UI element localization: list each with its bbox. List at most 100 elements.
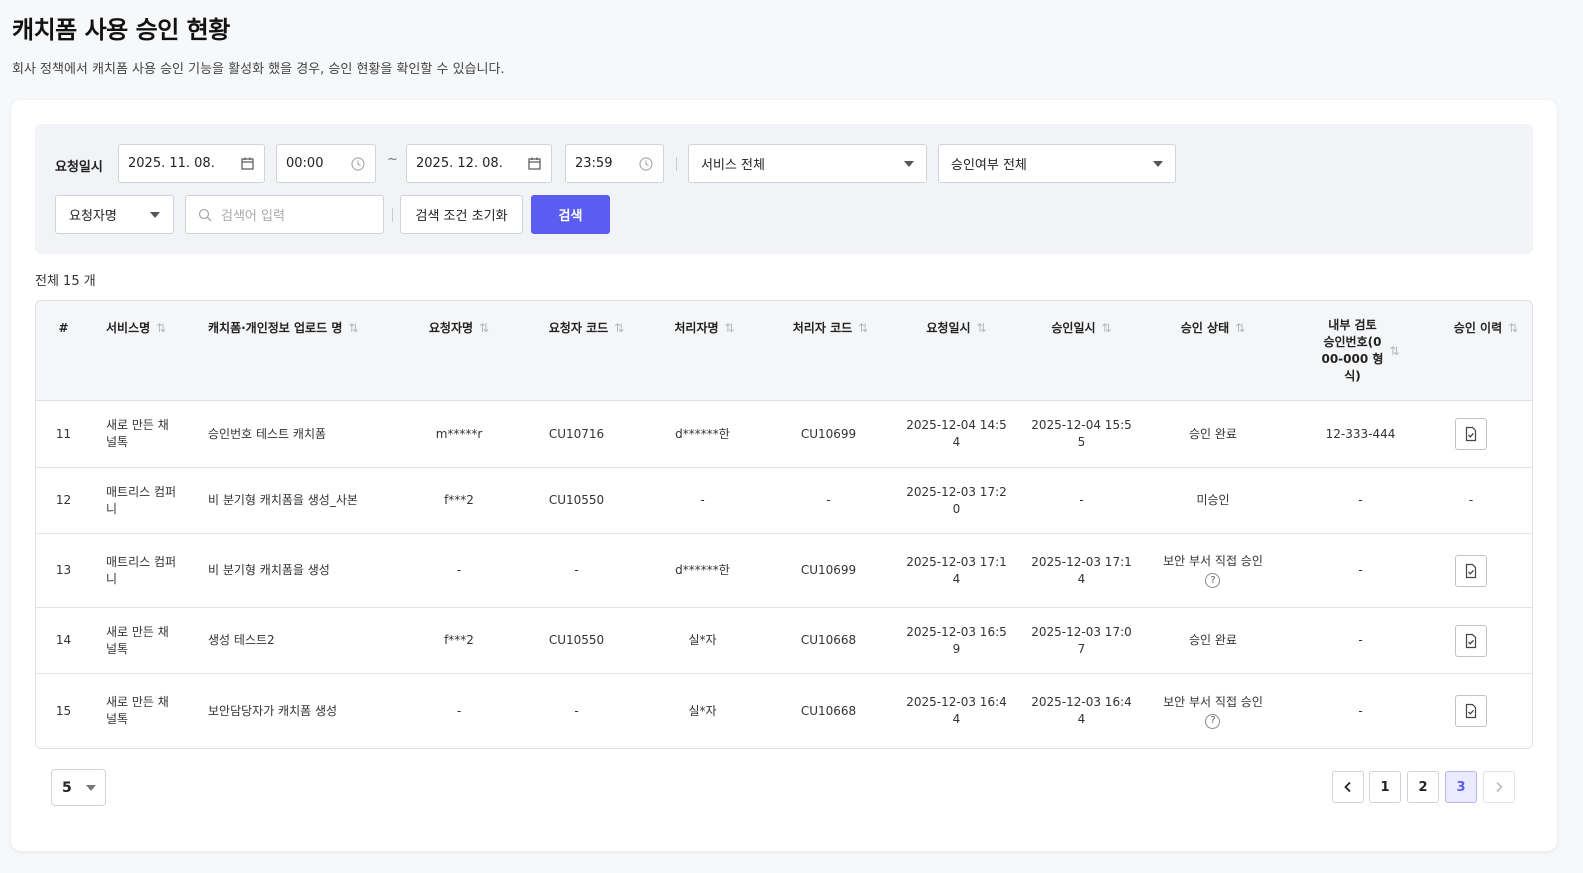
cell-text: 널톡	[106, 435, 129, 449]
approval-history-button[interactable]	[1455, 695, 1487, 727]
approval-status-select[interactable]: 승인여부 전체	[938, 144, 1176, 183]
cell-text: 0	[952, 501, 961, 516]
sort-icon[interactable]: ⇅	[479, 320, 489, 337]
col-request-time[interactable]: 요청일시 ⇅	[894, 301, 1019, 401]
page-title: 캐치폼 사용 승인 현황	[12, 16, 230, 44]
cell-text: 4	[952, 435, 961, 449]
chevron-down-icon	[904, 160, 914, 167]
cell-text: 2025-12-03 17:0	[1031, 624, 1132, 639]
page-button-3[interactable]: 3	[1445, 771, 1477, 803]
col-handler-code[interactable]: 처리자 코드 ⇅	[768, 301, 893, 401]
cell-text: 2025-12-04 15:5	[1031, 418, 1132, 432]
search-button[interactable]: 검색	[531, 195, 610, 234]
page-size-value: 5	[62, 779, 72, 796]
request-date-label: 요청일시	[55, 160, 103, 175]
approval-history-button[interactable]	[1455, 624, 1487, 657]
approval-history-button[interactable]	[1455, 554, 1487, 587]
col-requester[interactable]: 요청자명 ⇅	[399, 301, 519, 401]
cell-text: 4	[952, 712, 961, 726]
search-type-select[interactable]: 요청자명	[55, 195, 174, 234]
cell-text: 4	[952, 571, 961, 586]
cell-num: 14	[55, 633, 72, 647]
cell-history	[1416, 534, 1526, 607]
cell-requester-code: -	[574, 703, 579, 718]
col-history[interactable]: 승인 이력 ⇅	[1431, 301, 1532, 401]
cell-service: 새로 만든 채 널톡	[106, 674, 206, 748]
approval-history-button[interactable]	[1455, 418, 1487, 450]
cell-history: -	[1468, 493, 1474, 507]
help-circle-icon[interactable]: ?	[1205, 573, 1221, 588]
start-date-value: 2025. 11. 08.	[128, 156, 215, 171]
cell-internal: -	[1358, 633, 1363, 647]
reset-filters-button[interactable]: 검색 조건 초기화	[400, 195, 523, 234]
start-date-input[interactable]: 2025. 11. 08.	[118, 144, 265, 183]
calendar-icon[interactable]	[526, 156, 542, 172]
cell-history	[1416, 608, 1526, 673]
col-approve-time[interactable]: 승인일시 ⇅	[1019, 301, 1144, 401]
sort-icon[interactable]: ⇅	[348, 320, 358, 337]
cell-handler: 실*자	[688, 633, 717, 647]
start-time-input[interactable]: 00:00	[276, 144, 376, 183]
prev-page-button[interactable]	[1332, 771, 1364, 803]
cell-apr: 2025-12-04 15:5 5	[1019, 401, 1144, 467]
cell-text: 9	[952, 641, 961, 656]
col-form-name[interactable]: 캐치폼·개인정보 업로드 명 ⇅	[208, 301, 418, 401]
search-input[interactable]: 검색어 입력	[185, 195, 384, 234]
search-placeholder: 검색어 입력	[221, 209, 285, 224]
clock-icon[interactable]	[638, 156, 654, 172]
cell-form: 생성 테스트2	[208, 633, 275, 647]
sort-icon[interactable]: ⇅	[725, 320, 735, 337]
cell-handler-code: CU10668	[800, 703, 857, 718]
divider	[676, 157, 677, 171]
col-status[interactable]: 승인 상태 ⇅	[1148, 301, 1278, 401]
cell-req: 2025-12-03 16:5 9	[894, 608, 1019, 673]
status-text: 미승인	[1196, 493, 1230, 507]
cell-requester-code: -	[574, 563, 579, 577]
end-date-value: 2025. 12. 08.	[416, 156, 503, 171]
cell-status: 보안 부서 직접 승인?	[1148, 534, 1278, 607]
table-row: 11 새로 만든 채 널톡 승인번호 테스트 캐치폼 m*****r CU10716 d**…	[36, 401, 1532, 468]
service-select[interactable]: 서비스 전체	[688, 144, 927, 183]
col-internal-number[interactable]: 내부 검토 승인번호(0 00-000 형 식) ⇅	[1298, 301, 1423, 401]
chevron-down-icon	[1153, 160, 1163, 167]
clock-icon[interactable]	[350, 156, 366, 172]
col-requester-code[interactable]: 요청자 코드 ⇅	[524, 301, 649, 401]
page-description: 회사 정책에서 캐치폼 사용 승인 기능을 활성화 했을 경우, 승인 현황을 …	[12, 62, 505, 77]
cell-handler: -	[700, 493, 705, 507]
page-button-2[interactable]: 2	[1407, 771, 1439, 803]
table-row: 13 매트리스 컴퍼 니 비 분기형 캐치폼을 생성 - - d******한 CU10699…	[36, 534, 1532, 608]
calendar-icon[interactable]	[239, 156, 255, 172]
sort-icon[interactable]: ⇅	[156, 320, 166, 337]
document-check-icon	[1463, 563, 1479, 579]
sort-icon[interactable]: ⇅	[977, 320, 987, 337]
sort-icon[interactable]: ⇅	[1102, 320, 1112, 337]
search-type-value: 요청자명	[69, 209, 117, 224]
sort-icon[interactable]: ⇅	[1235, 320, 1245, 337]
cell-text: 2025-12-03 16:4	[906, 695, 1007, 709]
cell-service: 새로 만든 채 널톡	[106, 401, 206, 467]
page-size-select[interactable]: 5	[51, 769, 106, 806]
cell-text: 널톡	[106, 641, 129, 656]
col-handler[interactable]: 처리자명 ⇅	[642, 301, 767, 401]
page-button-1[interactable]: 1	[1369, 771, 1401, 803]
status-text: 보안 부서 직접 승인	[1163, 694, 1263, 709]
cell-handler-code: -	[826, 493, 831, 507]
content-card: 요청일시 2025. 11. 08. 00:00 ~ 2025. 12. 08.…	[11, 100, 1557, 851]
sort-icon[interactable]: ⇅	[614, 320, 624, 337]
cell-status: 승인 완료	[1148, 401, 1278, 467]
status-text: 보안 부서 직접 승인	[1163, 554, 1263, 568]
help-circle-icon[interactable]: ?	[1205, 713, 1221, 729]
cell-text: 매트리스 컴퍼	[106, 484, 177, 499]
cell-requester-code: CU10550	[548, 633, 605, 647]
cell-status: 보안 부서 직접 승인?	[1148, 674, 1278, 748]
next-page-button[interactable]	[1483, 771, 1515, 803]
end-date-input[interactable]: 2025. 12. 08.	[406, 144, 552, 183]
end-time-input[interactable]: 23:59	[565, 144, 664, 183]
cell-handler: d******한	[675, 426, 730, 441]
cell-form: 비 분기형 캐치폼을 생성	[208, 563, 330, 577]
col-service[interactable]: 서비스명 ⇅	[106, 301, 206, 401]
sort-icon[interactable]: ⇅	[1389, 343, 1399, 360]
sort-icon[interactable]: ⇅	[1508, 320, 1518, 337]
sort-icon[interactable]: ⇅	[858, 320, 868, 337]
document-check-icon	[1463, 633, 1479, 649]
